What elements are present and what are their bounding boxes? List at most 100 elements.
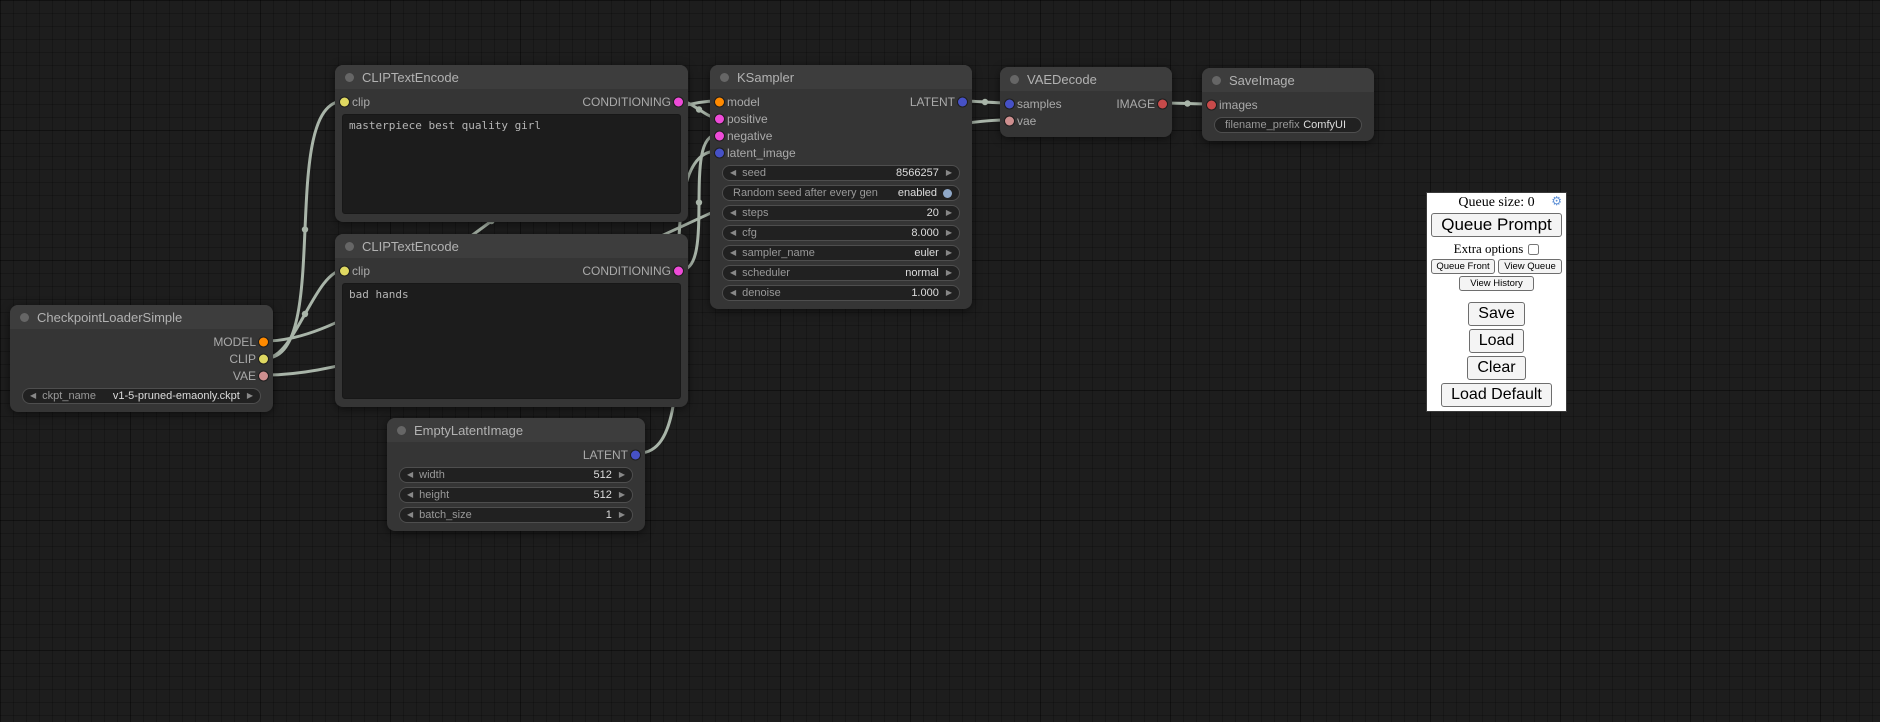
decrement-arrow-icon[interactable]: ◀ xyxy=(730,169,736,177)
node-collapse-dot[interactable] xyxy=(397,426,406,435)
node-collapse-dot[interactable] xyxy=(345,242,354,251)
node-titlebar[interactable]: SaveImage xyxy=(1202,68,1374,92)
output-port-clip[interactable] xyxy=(259,354,268,363)
node-collapse-dot[interactable] xyxy=(20,313,29,322)
slot-row: VAE xyxy=(10,367,273,384)
output-label-image: IMAGE xyxy=(1116,97,1155,111)
node-collapse-dot[interactable] xyxy=(1010,75,1019,84)
input-label-negative: negative xyxy=(727,129,772,143)
decrement-arrow-icon[interactable]: ◀ xyxy=(730,269,736,277)
decrement-arrow-icon[interactable]: ◀ xyxy=(730,249,736,257)
extra-options-label: Extra options xyxy=(1454,241,1524,257)
extra-options-checkbox[interactable] xyxy=(1528,244,1539,255)
output-port-conditioning[interactable] xyxy=(674,266,683,275)
node-titlebar[interactable]: VAEDecode xyxy=(1000,67,1172,91)
widget-steps[interactable]: ◀ steps 20 ▶ xyxy=(722,205,960,221)
input-port-negative[interactable] xyxy=(715,131,724,140)
widget-label: sampler_name xyxy=(742,247,815,259)
view-history-button[interactable]: View History xyxy=(1459,276,1534,291)
clear-button[interactable]: Clear xyxy=(1467,356,1525,380)
node-save-image[interactable]: SaveImage images filename_prefix ComfyUI xyxy=(1202,68,1374,141)
output-port-latent[interactable] xyxy=(631,450,640,459)
widget-seed[interactable]: ◀ seed 8566257 ▶ xyxy=(722,165,960,181)
node-clip-text-encode-negative[interactable]: CLIPTextEncode clip CONDITIONING bad han… xyxy=(335,234,688,407)
widget-cfg[interactable]: ◀ cfg 8.000 ▶ xyxy=(722,225,960,241)
decrement-arrow-icon[interactable]: ◀ xyxy=(730,209,736,217)
decrement-arrow-icon[interactable]: ◀ xyxy=(730,229,736,237)
widget-random-seed-toggle[interactable]: Random seed after every gen enabled xyxy=(722,185,960,201)
toggle-indicator[interactable] xyxy=(943,189,952,198)
widget-label: Random seed after every gen xyxy=(733,187,878,199)
output-port-latent[interactable] xyxy=(958,97,967,106)
decrement-arrow-icon[interactable]: ◀ xyxy=(730,289,736,297)
link-midpoint-dot xyxy=(302,226,308,232)
node-titlebar[interactable]: KSampler xyxy=(710,65,972,89)
node-titlebar[interactable]: EmptyLatentImage xyxy=(387,418,645,442)
input-label-latent-image: latent_image xyxy=(727,146,796,160)
increment-arrow-icon[interactable]: ▶ xyxy=(946,289,952,297)
widget-sampler-name[interactable]: ◀ sampler_name euler ▶ xyxy=(722,245,960,261)
widget-ckpt-name[interactable]: ◀ ckpt_name v1-5-pruned-emaonly.ckpt ▶ xyxy=(22,388,261,404)
node-collapse-dot[interactable] xyxy=(720,73,729,82)
input-port-clip[interactable] xyxy=(340,266,349,275)
load-default-button[interactable]: Load Default xyxy=(1441,383,1552,407)
widget-value: v1-5-pruned-emaonly.ckpt xyxy=(113,390,240,402)
input-port-clip[interactable] xyxy=(340,97,349,106)
node-title-text: VAEDecode xyxy=(1027,72,1097,87)
node-clip-text-encode-positive[interactable]: CLIPTextEncode clip CONDITIONING masterp… xyxy=(335,65,688,222)
slot-row: latent_image xyxy=(710,144,972,161)
widget-width[interactable]: ◀ width 512 ▶ xyxy=(399,467,633,483)
output-port-conditioning[interactable] xyxy=(674,97,683,106)
node-empty-latent-image[interactable]: EmptyLatentImage LATENT ◀ width 512 ▶ ◀ … xyxy=(387,418,645,531)
output-port-image[interactable] xyxy=(1158,99,1167,108)
slot-row: CLIP xyxy=(10,350,273,367)
widget-denoise[interactable]: ◀ denoise 1.000 ▶ xyxy=(722,285,960,301)
node-ksampler[interactable]: KSampler model LATENT positive negative … xyxy=(710,65,972,309)
node-collapse-dot[interactable] xyxy=(345,73,354,82)
widget-value: 20 xyxy=(927,207,939,219)
input-port-vae[interactable] xyxy=(1005,116,1014,125)
increment-arrow-icon[interactable]: ▶ xyxy=(619,491,625,499)
increment-arrow-icon[interactable]: ▶ xyxy=(946,169,952,177)
prompt-textarea[interactable]: bad hands xyxy=(342,283,681,399)
increment-arrow-icon[interactable]: ▶ xyxy=(619,471,625,479)
increment-arrow-icon[interactable]: ▶ xyxy=(946,209,952,217)
prompt-textarea[interactable]: masterpiece best quality girl xyxy=(342,114,681,214)
widget-label: seed xyxy=(742,167,766,179)
decrement-arrow-icon[interactable]: ◀ xyxy=(407,511,413,519)
input-port-positive[interactable] xyxy=(715,114,724,123)
save-button[interactable]: Save xyxy=(1468,302,1524,326)
decrement-arrow-icon[interactable]: ◀ xyxy=(407,471,413,479)
widget-batch-size[interactable]: ◀ batch_size 1 ▶ xyxy=(399,507,633,523)
output-port-vae[interactable] xyxy=(259,371,268,380)
increment-arrow-icon[interactable]: ▶ xyxy=(946,249,952,257)
widget-scheduler[interactable]: ◀ scheduler normal ▶ xyxy=(722,265,960,281)
load-button[interactable]: Load xyxy=(1469,329,1525,353)
widget-filename-prefix[interactable]: filename_prefix ComfyUI xyxy=(1214,117,1362,133)
node-titlebar[interactable]: CLIPTextEncode xyxy=(335,234,688,258)
settings-gear-icon[interactable]: ⚙ xyxy=(1551,195,1562,207)
input-port-model[interactable] xyxy=(715,97,724,106)
node-titlebar[interactable]: CheckpointLoaderSimple xyxy=(10,305,273,329)
increment-arrow-icon[interactable]: ▶ xyxy=(946,229,952,237)
widget-label: steps xyxy=(742,207,768,219)
node-collapse-dot[interactable] xyxy=(1212,76,1221,85)
decrement-arrow-icon[interactable]: ◀ xyxy=(407,491,413,499)
queue-front-button[interactable]: Queue Front xyxy=(1431,259,1495,274)
output-port-model[interactable] xyxy=(259,337,268,346)
widget-height[interactable]: ◀ height 512 ▶ xyxy=(399,487,633,503)
increment-arrow-icon[interactable]: ▶ xyxy=(619,511,625,519)
link-midpoint-dot xyxy=(302,311,308,317)
queue-prompt-button[interactable]: Queue Prompt xyxy=(1431,213,1562,237)
slot-row: clip CONDITIONING xyxy=(335,262,688,279)
view-queue-button[interactable]: View Queue xyxy=(1498,259,1562,274)
decrement-arrow-icon[interactable]: ◀ xyxy=(30,392,36,400)
input-port-samples[interactable] xyxy=(1005,99,1014,108)
input-port-images[interactable] xyxy=(1207,100,1216,109)
node-checkpoint-loader-simple[interactable]: CheckpointLoaderSimple MODEL CLIP VAE ◀ … xyxy=(10,305,273,412)
node-vae-decode[interactable]: VAEDecode samples IMAGE vae xyxy=(1000,67,1172,137)
increment-arrow-icon[interactable]: ▶ xyxy=(247,392,253,400)
increment-arrow-icon[interactable]: ▶ xyxy=(946,269,952,277)
node-titlebar[interactable]: CLIPTextEncode xyxy=(335,65,688,89)
input-port-latent-image[interactable] xyxy=(715,148,724,157)
